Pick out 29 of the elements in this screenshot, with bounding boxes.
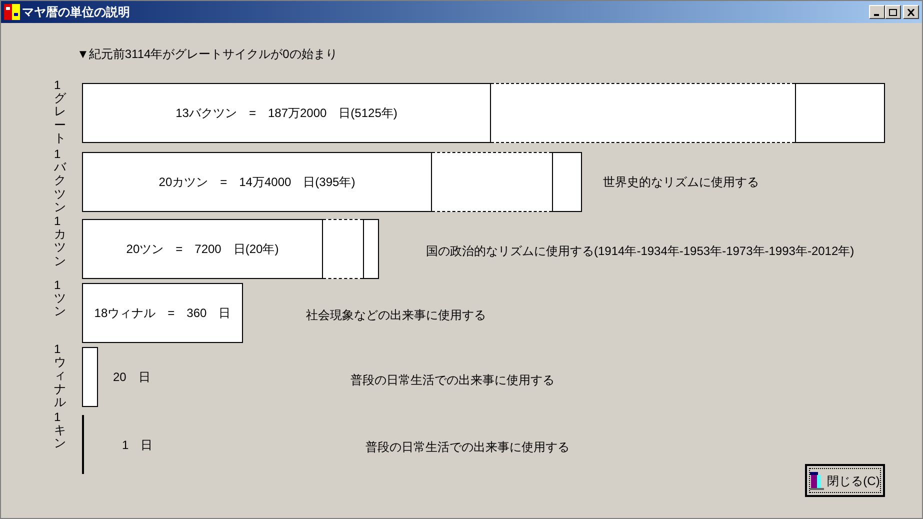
- close-button[interactable]: 閉じる(C): [805, 464, 885, 497]
- value-text: 13バクツン = 187万2000 日(5125年): [176, 105, 398, 122]
- note-text: 普段の日常生活での出来事に使用する: [366, 438, 570, 456]
- unit-label: 1グレート: [54, 79, 66, 143]
- unit-label: 1カツン: [54, 215, 66, 270]
- note-text: 世界史的なリズムに使用する: [603, 174, 759, 191]
- value-text: 20ツン = 7200 日(20年): [126, 241, 279, 258]
- bar-segment: [82, 347, 98, 407]
- close-icon: [907, 8, 915, 16]
- note-text: 国の政治的なリズムに使用する(1914年-1934年-1953年-1973年-1993年-2012年): [426, 243, 854, 260]
- unit-label: 1バクツン: [54, 148, 66, 212]
- value-text: 20 日: [113, 369, 150, 386]
- value-text: 18ウィナル = 360 日: [94, 305, 231, 322]
- unit-label: 1ウィナル: [54, 343, 66, 407]
- maximize-button[interactable]: [885, 5, 901, 19]
- heading-text: ▼紀元前3114年がグレートサイクルが0の始まり: [77, 46, 338, 61]
- note-text: 普段の日常生活での出来事に使用する: [350, 372, 554, 389]
- window-title: マヤ暦の単位の説明: [22, 4, 130, 21]
- minimize-button[interactable]: [869, 5, 885, 19]
- unit-label: 1キン: [54, 411, 66, 452]
- unit-label: 1ツン: [54, 279, 66, 320]
- close-button[interactable]: [903, 5, 919, 19]
- line-marker: [82, 415, 84, 474]
- value-text: 1 日: [122, 436, 153, 454]
- app-icon: [4, 4, 20, 20]
- maximize-icon: [889, 8, 897, 16]
- value-text: 20カツン = 14万4000 日(395年): [158, 174, 356, 191]
- door-icon: [810, 472, 824, 490]
- note-text: 社会現象などの出来事に使用する: [306, 307, 486, 324]
